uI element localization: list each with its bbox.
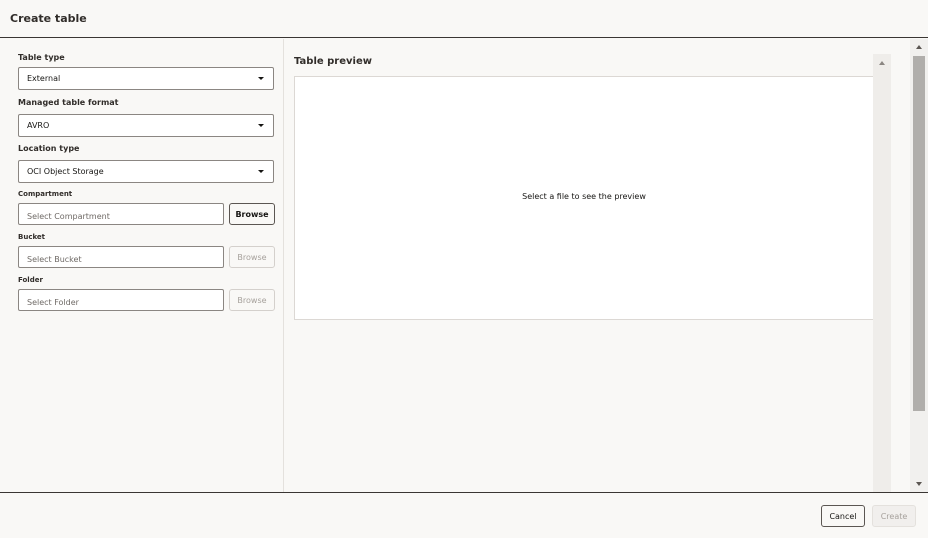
folder-input[interactable] xyxy=(27,293,217,312)
location-type-label: Location type xyxy=(18,144,80,153)
chevron-down-icon xyxy=(258,124,264,127)
create-button[interactable]: Create xyxy=(872,505,916,527)
dialog-title: Create table xyxy=(10,12,87,25)
folder-browse-button: Browse xyxy=(229,289,275,311)
table-preview-title: Table preview xyxy=(294,56,372,67)
compartment-field[interactable] xyxy=(18,203,224,226)
folder-field[interactable] xyxy=(18,289,224,312)
chevron-down-icon xyxy=(258,77,264,80)
scroll-up-arrow-icon[interactable] xyxy=(879,61,885,65)
folder-label: Folder xyxy=(18,276,43,284)
managed-table-format-value: AVRO xyxy=(27,121,50,130)
scroll-down-arrow-icon[interactable] xyxy=(916,482,922,486)
location-type-value: OCI Object Storage xyxy=(27,167,104,176)
bucket-input[interactable] xyxy=(27,250,217,269)
managed-table-format-label: Managed table format xyxy=(18,98,119,107)
table-preview-box: Select a file to see the preview xyxy=(294,76,874,320)
table-type-select[interactable]: External xyxy=(18,67,274,90)
scroll-up-arrow-icon[interactable] xyxy=(916,45,922,49)
table-preview-pane: Table preview Select a file to see the p… xyxy=(285,39,908,492)
preview-empty-message: Select a file to see the preview xyxy=(522,192,646,201)
compartment-label: Compartment xyxy=(18,190,73,198)
bucket-label: Bucket xyxy=(18,233,46,241)
dialog-body: Table type External Managed table format… xyxy=(0,39,928,492)
managed-table-format-select[interactable]: AVRO xyxy=(18,114,274,137)
dialog-footer: Cancel Create xyxy=(0,492,928,538)
chevron-down-icon xyxy=(258,170,264,173)
table-type-label: Table type xyxy=(18,53,65,62)
cancel-button[interactable]: Cancel xyxy=(821,505,865,527)
bucket-browse-button: Browse xyxy=(229,246,275,268)
compartment-input[interactable] xyxy=(27,207,217,226)
bucket-field[interactable] xyxy=(18,246,224,269)
preview-scrollbar[interactable] xyxy=(873,54,891,492)
table-settings-pane: Table type External Managed table format… xyxy=(0,39,284,492)
table-type-value: External xyxy=(27,74,61,83)
dialog-header: Create table xyxy=(0,0,928,38)
dialog-scrollbar[interactable] xyxy=(910,39,928,492)
location-type-select[interactable]: OCI Object Storage xyxy=(18,160,274,183)
compartment-browse-button[interactable]: Browse xyxy=(229,203,275,225)
scrollbar-thumb[interactable] xyxy=(913,56,925,411)
